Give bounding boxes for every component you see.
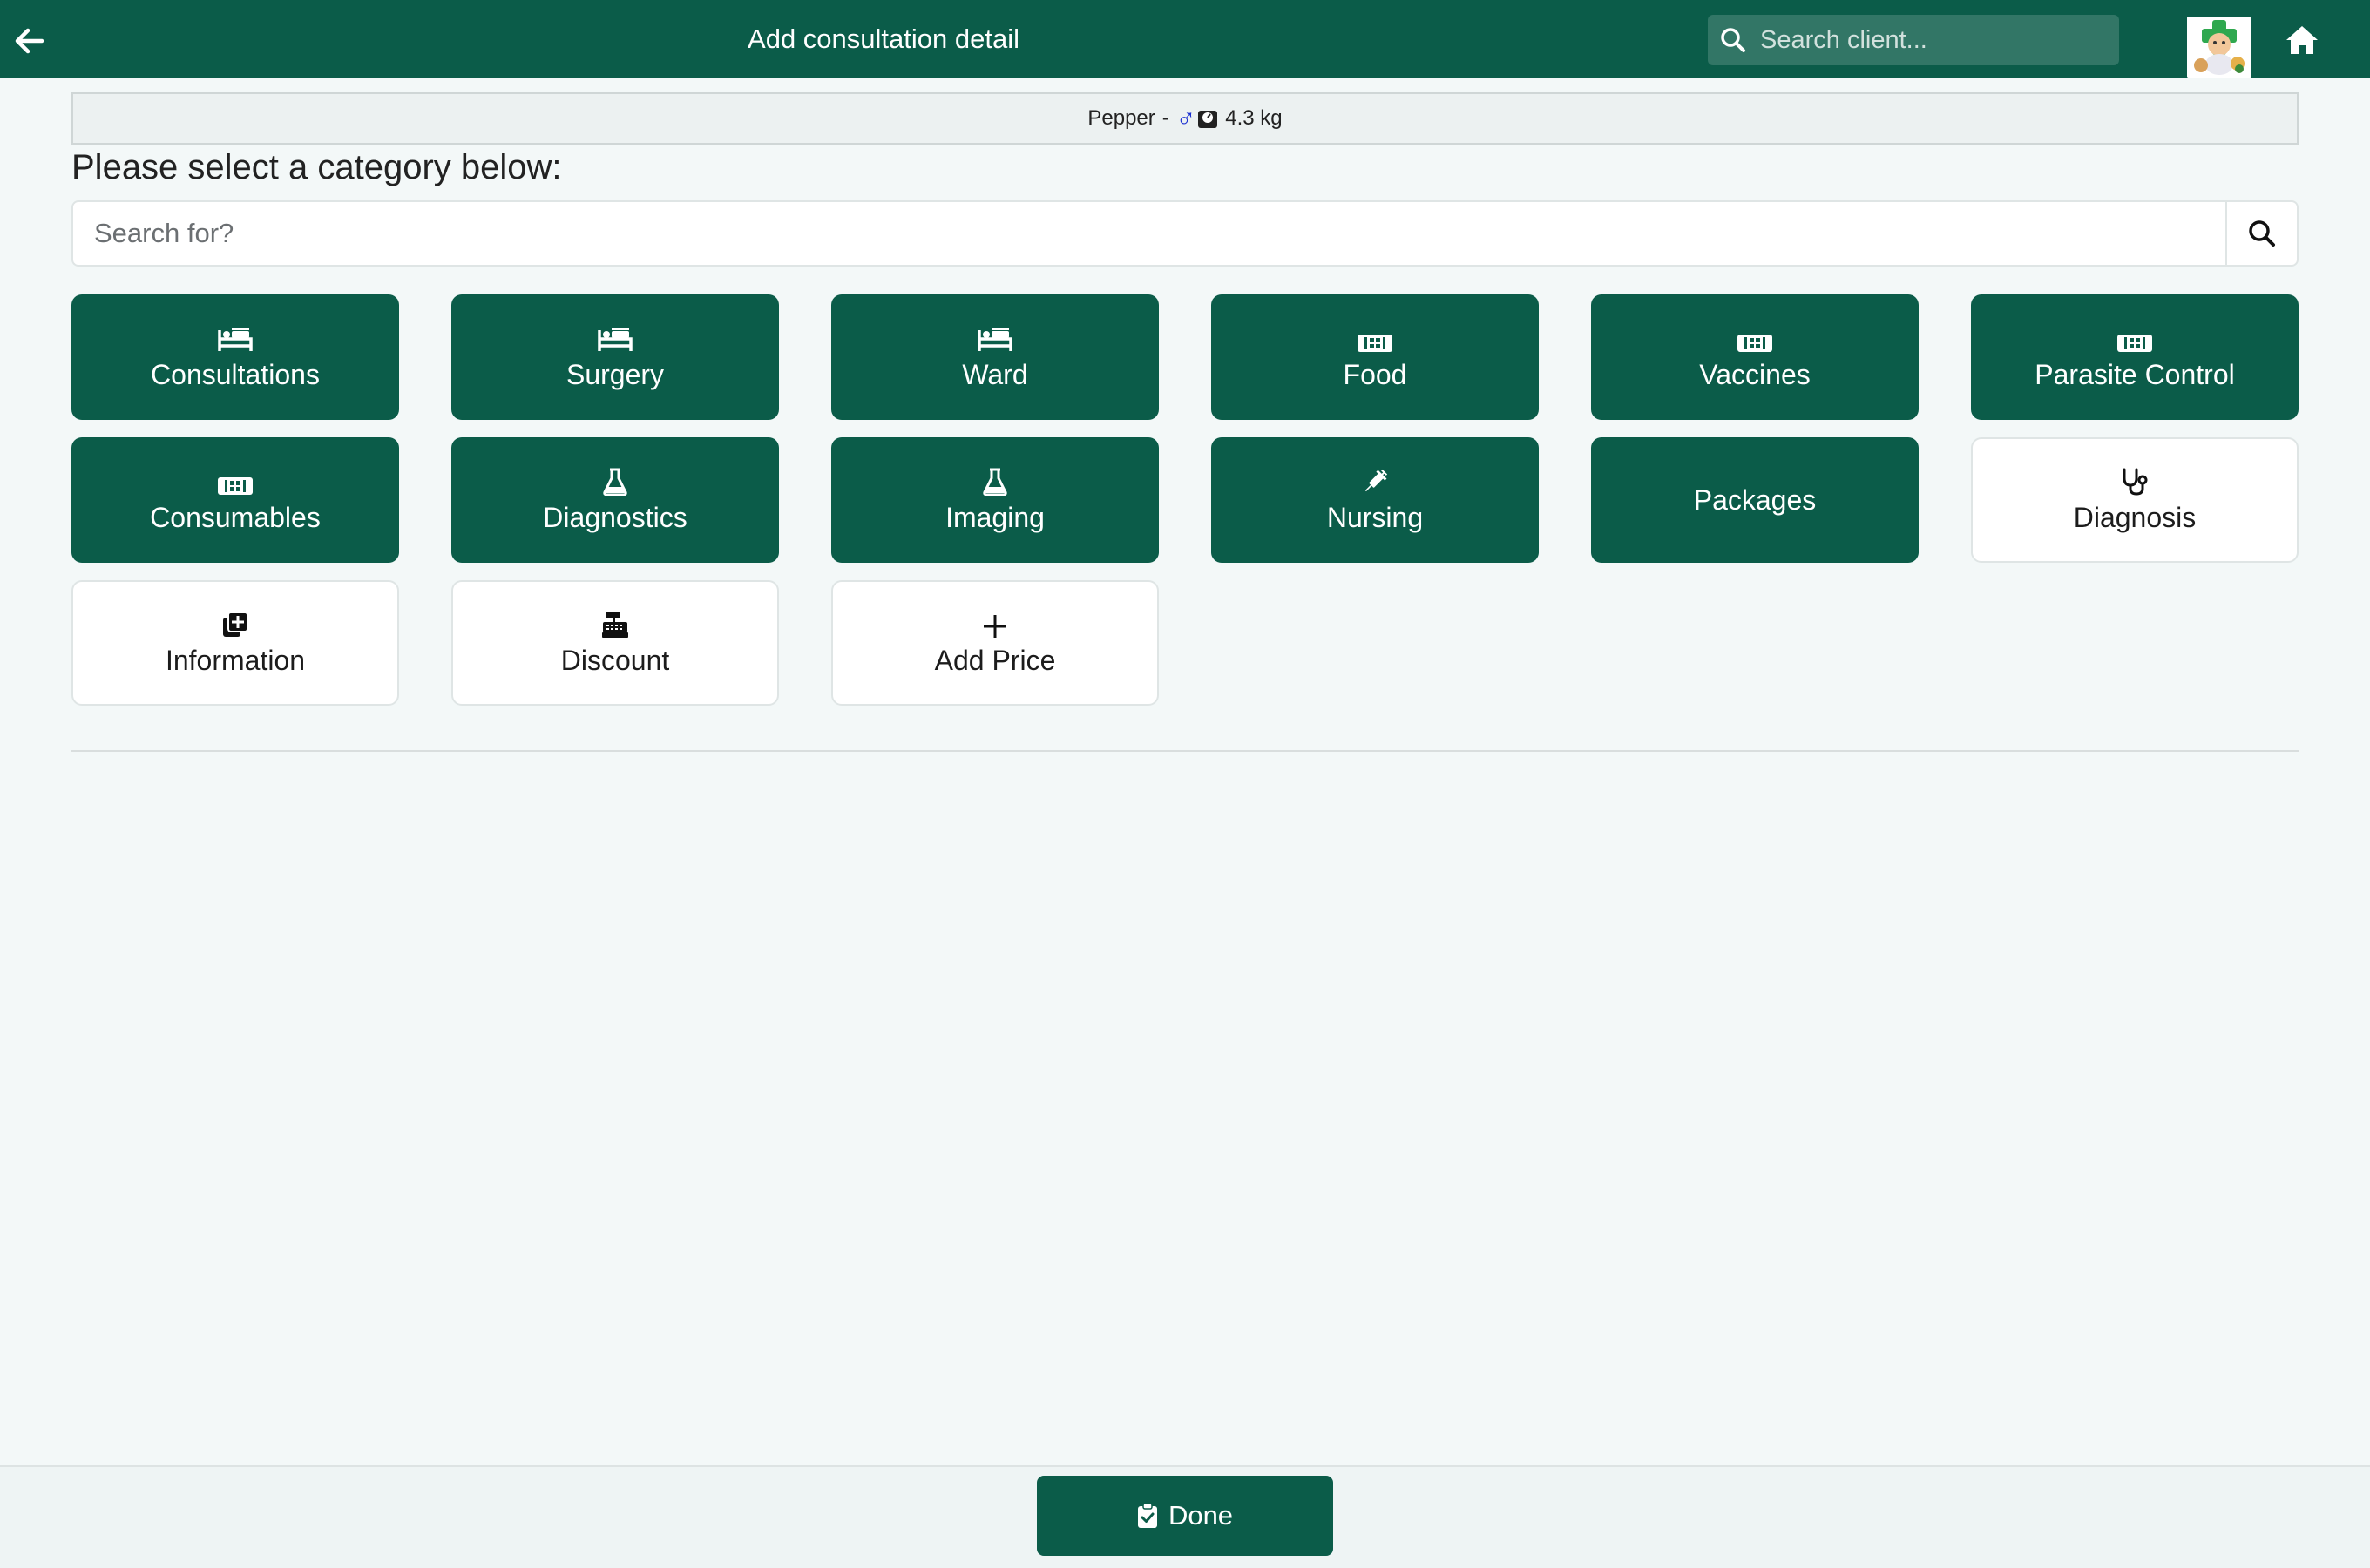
page-title: Add consultation detail xyxy=(748,24,1019,54)
done-label: Done xyxy=(1168,1500,1234,1531)
barcode-icon xyxy=(1737,335,1772,352)
bed-icon xyxy=(598,328,633,351)
category-label: Consumables xyxy=(150,502,321,533)
notes-plus-icon xyxy=(223,612,248,637)
flask-icon xyxy=(983,468,1007,496)
category-search-button[interactable] xyxy=(2225,200,2299,267)
patient-name: Pepper xyxy=(1087,106,1155,130)
category-label: Nursing xyxy=(1326,502,1424,533)
category-surgery-button[interactable]: Surgery xyxy=(451,294,779,420)
top-bar: Add consultation detail xyxy=(0,0,2370,78)
category-imaging-button[interactable]: Imaging xyxy=(831,437,1159,563)
category-search xyxy=(71,200,2299,267)
cash-register-icon xyxy=(602,612,628,638)
bed-icon xyxy=(218,328,253,351)
section-heading: Please select a category below: xyxy=(71,148,562,186)
syringe-icon xyxy=(1364,469,1388,492)
category-label: Consultations xyxy=(151,359,320,390)
section-divider xyxy=(71,750,2299,752)
patient-separator: - xyxy=(1161,106,1169,130)
category-ward-button[interactable]: Ward xyxy=(831,294,1159,420)
category-consultations-button[interactable]: Consultations xyxy=(71,294,399,420)
category-label: Add Price xyxy=(934,645,1056,676)
category-vaccines-button[interactable]: Vaccines xyxy=(1591,294,1919,420)
category-grid: Consultations Surgery Ward Food Vaccines… xyxy=(71,294,2299,706)
patient-info-bar: Pepper - ♂ 4.3 kg xyxy=(71,92,2299,145)
patient-weight: 4.3 kg xyxy=(1225,106,1283,130)
category-diagnostics-button[interactable]: Diagnostics xyxy=(451,437,779,563)
stethoscope-icon xyxy=(2123,468,2148,496)
category-diagnosis-button[interactable]: Diagnosis xyxy=(1971,437,2299,563)
home-icon xyxy=(2286,26,2318,54)
category-packages-button[interactable]: Packages xyxy=(1591,437,1919,563)
client-search-input[interactable] xyxy=(1760,25,2109,55)
category-label: Imaging xyxy=(945,502,1045,533)
clipboard-check-icon xyxy=(1137,1503,1157,1528)
category-label: Diagnosis xyxy=(2073,502,2197,533)
male-icon: ♂ xyxy=(1175,104,1196,132)
arrow-left-icon xyxy=(15,28,44,54)
category-label: Packages xyxy=(1693,484,1817,516)
category-label: Surgery xyxy=(565,359,665,390)
category-food-button[interactable]: Food xyxy=(1211,294,1539,420)
category-search-input[interactable] xyxy=(71,200,2225,267)
category-consumables-button[interactable]: Consumables xyxy=(71,437,399,563)
category-information-button[interactable]: Information xyxy=(71,580,399,706)
bed-icon xyxy=(978,328,1012,351)
category-label: Food xyxy=(1343,359,1407,390)
category-add-price-button[interactable]: Add Price xyxy=(831,580,1159,706)
barcode-icon xyxy=(2117,335,2152,352)
category-discount-button[interactable]: Discount xyxy=(451,580,779,706)
plus-icon xyxy=(984,615,1006,638)
category-label: Discount xyxy=(560,645,670,676)
category-parasite-control-button[interactable]: Parasite Control xyxy=(1971,294,2299,420)
done-button[interactable]: Done xyxy=(1037,1476,1333,1556)
category-label: Information xyxy=(165,645,306,676)
flask-icon xyxy=(603,468,627,496)
search-icon xyxy=(1721,28,1745,52)
category-label: Ward xyxy=(962,359,1028,390)
home-button[interactable] xyxy=(2283,21,2321,59)
client-search-box[interactable] xyxy=(1708,15,2119,65)
category-label: Parasite Control xyxy=(2035,359,2235,390)
barcode-icon xyxy=(1358,335,1392,352)
category-label: Vaccines xyxy=(1699,359,1811,390)
category-label: Diagnostics xyxy=(543,502,687,533)
footer-bar: Done xyxy=(0,1465,2370,1568)
weight-scale-icon xyxy=(1197,108,1218,129)
search-icon xyxy=(2249,220,2275,247)
clinic-logo xyxy=(2187,17,2252,78)
category-nursing-button[interactable]: Nursing xyxy=(1211,437,1539,563)
barcode-icon xyxy=(218,477,253,495)
back-button[interactable] xyxy=(12,24,47,58)
